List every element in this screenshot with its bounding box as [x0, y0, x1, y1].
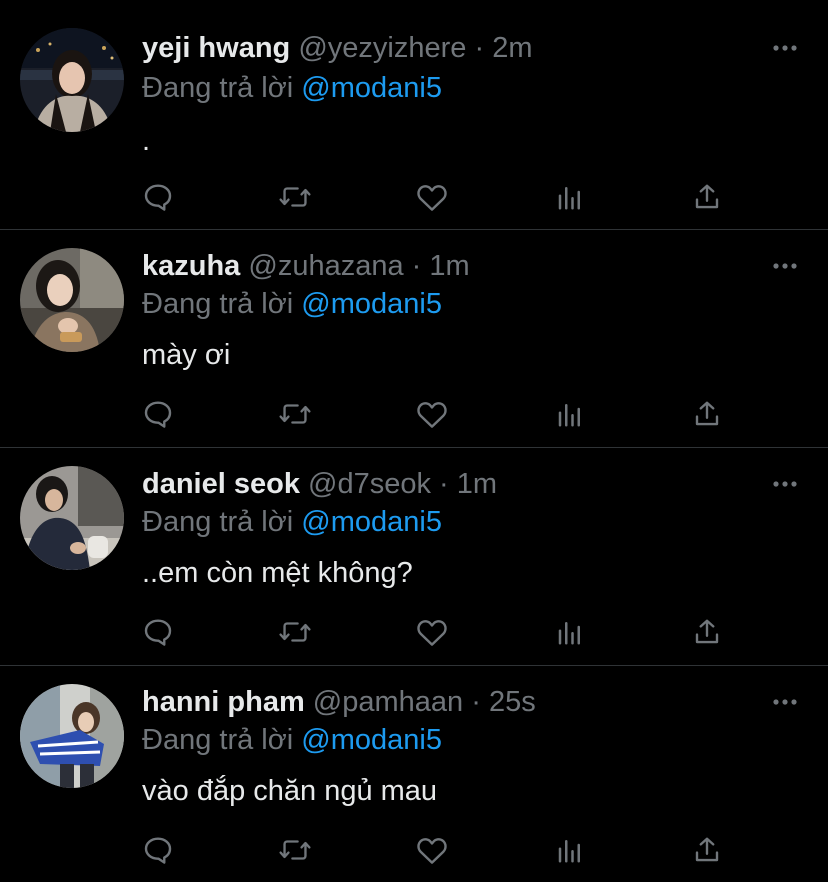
replying-to: Đang trả lời @modani5: [142, 70, 442, 106]
avatar[interactable]: [20, 248, 124, 352]
reply-tweet[interactable]: yeji hwang @yezyizhere · 2m Đang trả lời…: [0, 0, 828, 230]
reply-icon[interactable]: [136, 175, 180, 219]
analytics-icon[interactable]: [548, 392, 592, 436]
replying-to-label: Đang trả lời: [142, 72, 294, 104]
analytics-icon[interactable]: [548, 828, 592, 872]
separator: ·: [471, 686, 481, 718]
user-handle[interactable]: @zuhazana: [248, 250, 403, 282]
mention-link[interactable]: @modani5: [301, 72, 442, 104]
reply-icon[interactable]: [136, 828, 180, 872]
analytics-icon[interactable]: [548, 610, 592, 654]
tweet-text: vào đắp chăn ngủ mau: [142, 775, 438, 807]
share-icon[interactable]: [685, 610, 729, 654]
replying-to-label: Đang trả lời: [142, 506, 294, 538]
retweet-icon[interactable]: [273, 828, 317, 872]
user-handle[interactable]: @pamhaan: [313, 686, 463, 718]
analytics-icon[interactable]: [548, 175, 592, 219]
reply-tweet[interactable]: kazuha @zuhazana · 1m Đang trả lời @moda…: [0, 230, 828, 448]
replying-to-label: Đang trả lời: [142, 288, 294, 320]
mention-link[interactable]: @modani5: [301, 288, 442, 320]
user-handle[interactable]: @d7seok: [308, 468, 431, 500]
retweet-icon[interactable]: [273, 392, 317, 436]
separator: ·: [439, 468, 449, 500]
display-name[interactable]: hanni pham: [142, 686, 305, 718]
tweet-header: yeji hwang @yezyizhere · 2m: [142, 30, 532, 66]
retweet-icon[interactable]: [273, 610, 317, 654]
timestamp[interactable]: 2m: [492, 32, 532, 64]
tweet-text: mày ơi: [142, 339, 231, 371]
timestamp[interactable]: 1m: [457, 468, 497, 500]
share-icon[interactable]: [685, 828, 729, 872]
more-options-icon[interactable]: [772, 692, 798, 712]
replying-to-label: Đang trả lời: [142, 724, 294, 756]
retweet-icon[interactable]: [273, 175, 317, 219]
mention-link[interactable]: @modani5: [301, 506, 442, 538]
reply-tweet[interactable]: daniel seok @d7seok · 1m Đang trả lời @m…: [0, 448, 828, 666]
tweet-text: .: [142, 125, 151, 157]
reply-tweet[interactable]: hanni pham @pamhaan · 25s Đang trả lời @…: [0, 666, 828, 882]
like-icon[interactable]: [410, 610, 454, 654]
action-bar: [0, 828, 828, 872]
more-options-icon[interactable]: [772, 38, 798, 58]
display-name[interactable]: daniel seok: [142, 468, 300, 500]
mention-link[interactable]: @modani5: [301, 724, 442, 756]
tweet-text: ..em còn mệt không?: [142, 557, 413, 589]
user-handle[interactable]: @yezyizhere: [298, 32, 466, 64]
separator: ·: [474, 32, 485, 64]
tweet-header: hanni pham @pamhaan · 25s: [142, 684, 536, 720]
action-bar: [0, 392, 828, 436]
separator: ·: [411, 250, 422, 282]
timestamp[interactable]: 1m: [429, 250, 469, 282]
tweet-header: daniel seok @d7seok · 1m: [142, 466, 497, 502]
like-icon[interactable]: [410, 828, 454, 872]
like-icon[interactable]: [410, 392, 454, 436]
display-name[interactable]: yeji hwang: [142, 32, 290, 64]
more-options-icon[interactable]: [772, 474, 798, 494]
action-bar: [0, 175, 828, 219]
like-icon[interactable]: [410, 175, 454, 219]
more-options-icon[interactable]: [772, 256, 798, 276]
reply-icon[interactable]: [136, 392, 180, 436]
display-name[interactable]: kazuha: [142, 250, 240, 282]
share-icon[interactable]: [685, 175, 729, 219]
replying-to: Đang trả lời @modani5: [142, 504, 442, 540]
tweet-header: kazuha @zuhazana · 1m: [142, 248, 470, 284]
avatar[interactable]: [20, 684, 124, 788]
avatar[interactable]: [20, 28, 124, 132]
action-bar: [0, 610, 828, 654]
replying-to: Đang trả lời @modani5: [142, 722, 442, 758]
share-icon[interactable]: [685, 392, 729, 436]
avatar[interactable]: [20, 466, 124, 570]
reply-icon[interactable]: [136, 610, 180, 654]
replying-to: Đang trả lời @modani5: [142, 286, 442, 322]
timestamp[interactable]: 25s: [489, 686, 536, 718]
